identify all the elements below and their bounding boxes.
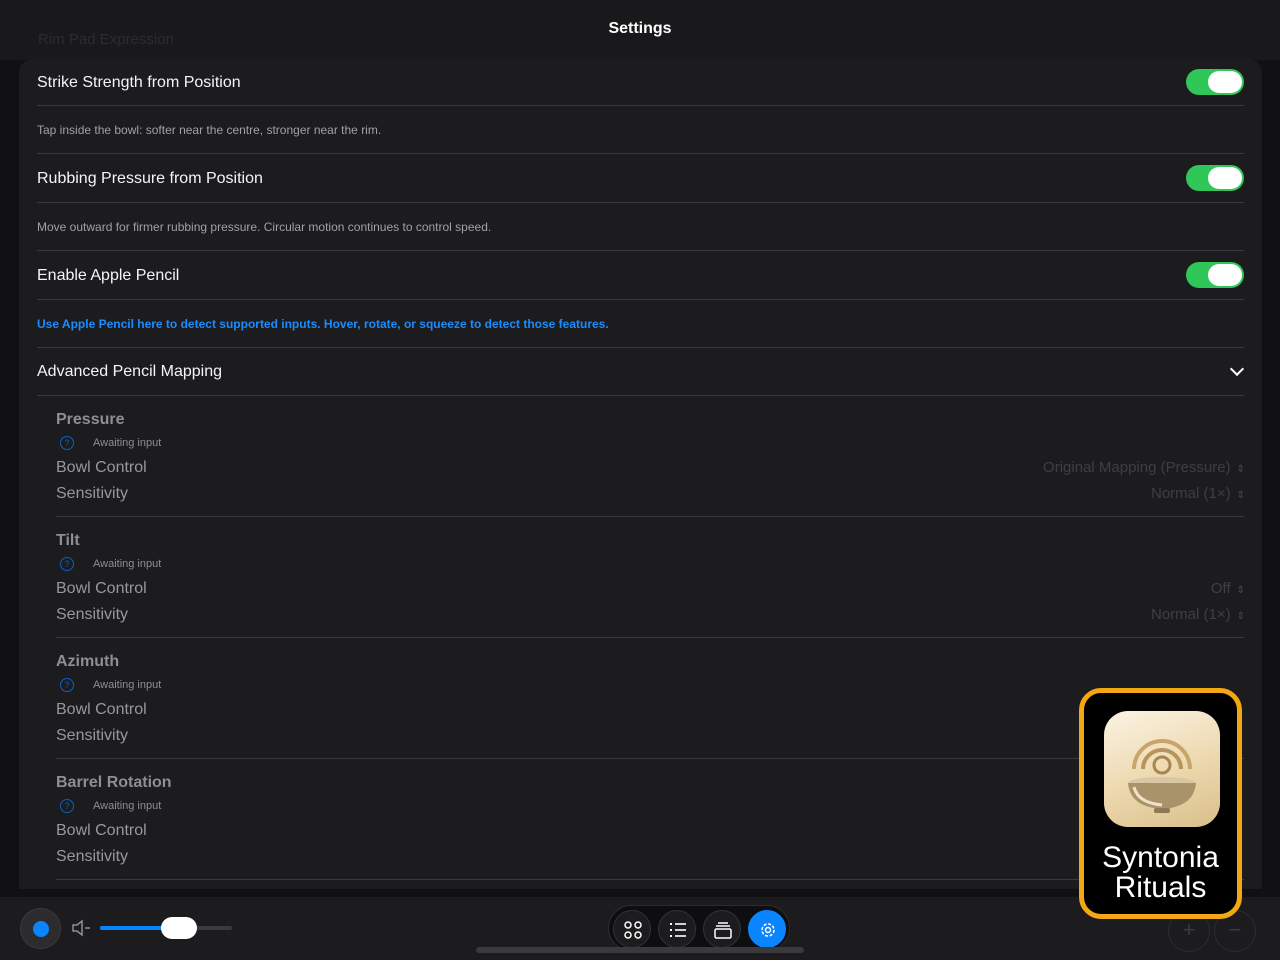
strike-strength-row: Strike Strength from Position — [37, 59, 1244, 106]
updown-chevron-icon: ⇕ — [1236, 464, 1245, 475]
help-icon[interactable]: ? — [60, 436, 74, 450]
advanced-pencil-mapping-label: Advanced Pencil Mapping — [37, 362, 223, 380]
divider — [37, 250, 1244, 251]
app-icon — [1104, 711, 1220, 827]
sensitivity-label: Sensitivity — [56, 848, 129, 865]
top-bar: Rim Pad Expression Settings — [0, 0, 1280, 60]
rubbing-pressure-label: Rubbing Pressure from Position — [37, 169, 263, 187]
barrel-rotation-group-title: Barrel Rotation — [56, 774, 172, 791]
sensitivity-label: Sensitivity — [56, 485, 129, 502]
tab-bowls[interactable] — [613, 910, 651, 948]
tab-list[interactable] — [658, 910, 696, 948]
pressure-sensitivity-select[interactable]: Normal (1×) ⇕ — [1151, 485, 1245, 502]
divider — [56, 879, 1244, 880]
app-name-line1: Syntonia — [1102, 841, 1219, 874]
select-value: Normal (1×) — [1151, 606, 1231, 623]
volume-low-icon — [72, 919, 90, 937]
updown-chevron-icon: ⇕ — [1236, 490, 1245, 501]
select-value: Original Mapping (Pressure) — [1043, 459, 1231, 476]
tab-settings[interactable] — [748, 910, 786, 948]
tab-dock — [608, 905, 790, 951]
advanced-pencil-mapping-row[interactable]: Advanced Pencil Mapping — [37, 348, 1245, 395]
barrel-rotation-status: Awaiting input — [93, 800, 162, 812]
divider — [56, 516, 1244, 517]
apple-pencil-label: Enable Apple Pencil — [37, 266, 180, 284]
speaker-icon — [33, 921, 49, 937]
sensitivity-label: Sensitivity — [56, 727, 129, 744]
rubbing-pressure-toggle[interactable] — [1186, 165, 1244, 191]
bowl-control-label: Bowl Control — [56, 459, 147, 476]
azimuth-status: Awaiting input — [93, 679, 162, 691]
gear-icon — [761, 923, 775, 937]
bowl-control-label: Bowl Control — [56, 701, 147, 718]
page-title: Settings — [608, 20, 672, 37]
tilt-group-title: Tilt — [56, 532, 80, 549]
rubbing-pressure-description: Move outward for firmer rubbing pressure… — [37, 220, 492, 234]
singing-bowl-icon — [1128, 739, 1196, 813]
updown-chevron-icon: ⇕ — [1236, 585, 1245, 596]
pencil-detect-area[interactable]: Use Apple Pencil here to detect supporte… — [37, 317, 609, 331]
tilt-bowl-control-select[interactable]: Off ⇕ — [1211, 580, 1245, 597]
tilt-sensitivity-select[interactable]: Normal (1×) ⇕ — [1151, 606, 1245, 623]
select-value: Normal (1×) — [1151, 485, 1231, 502]
divider — [56, 758, 1244, 759]
divider — [37, 153, 1244, 154]
divider — [37, 105, 1244, 106]
tab-stack[interactable] — [703, 910, 741, 948]
toggle-knob — [1208, 167, 1242, 189]
divider — [37, 202, 1244, 203]
toggle-knob — [1208, 71, 1242, 93]
app-badge-overlay: Syntonia Rituals — [1079, 688, 1242, 919]
tilt-status: Awaiting input — [93, 558, 162, 570]
stack-icon — [714, 922, 732, 939]
sensitivity-label: Sensitivity — [56, 606, 129, 623]
divider — [37, 299, 1244, 300]
pressure-status: Awaiting input — [93, 437, 162, 449]
sound-toggle-button[interactable] — [20, 908, 61, 949]
select-value: Off — [1210, 580, 1231, 597]
strike-strength-toggle[interactable] — [1186, 69, 1244, 95]
apple-pencil-row: Enable Apple Pencil — [37, 252, 1244, 299]
azimuth-group-title: Azimuth — [56, 653, 120, 670]
grid-icon — [624, 921, 642, 939]
divider — [56, 637, 1244, 638]
pressure-group-title: Pressure — [56, 411, 125, 428]
updown-chevron-icon: ⇕ — [1236, 611, 1245, 622]
strike-strength-label: Strike Strength from Position — [37, 73, 241, 91]
app-name-line2: Rituals — [1114, 871, 1207, 904]
divider — [37, 395, 1244, 396]
chevron-down-icon — [1229, 361, 1245, 377]
numbered-list-icon — [670, 923, 686, 937]
bowl-control-label: Bowl Control — [56, 580, 147, 597]
pressure-bowl-control-select[interactable]: Original Mapping (Pressure) ⇕ — [1043, 459, 1245, 476]
help-icon[interactable]: ? — [60, 557, 74, 571]
apple-pencil-toggle[interactable] — [1186, 262, 1244, 288]
home-indicator — [476, 947, 804, 953]
volume-slider-thumb[interactable] — [161, 917, 197, 939]
toggle-knob — [1208, 264, 1242, 286]
settings-panel: Strike Strength from Position Tap inside… — [19, 59, 1262, 889]
rubbing-pressure-row: Rubbing Pressure from Position — [37, 155, 1244, 202]
bowl-control-label: Bowl Control — [56, 822, 147, 839]
strike-strength-description: Tap inside the bowl: softer near the cen… — [37, 123, 382, 137]
help-icon[interactable]: ? — [60, 799, 74, 813]
help-icon[interactable]: ? — [60, 678, 74, 692]
